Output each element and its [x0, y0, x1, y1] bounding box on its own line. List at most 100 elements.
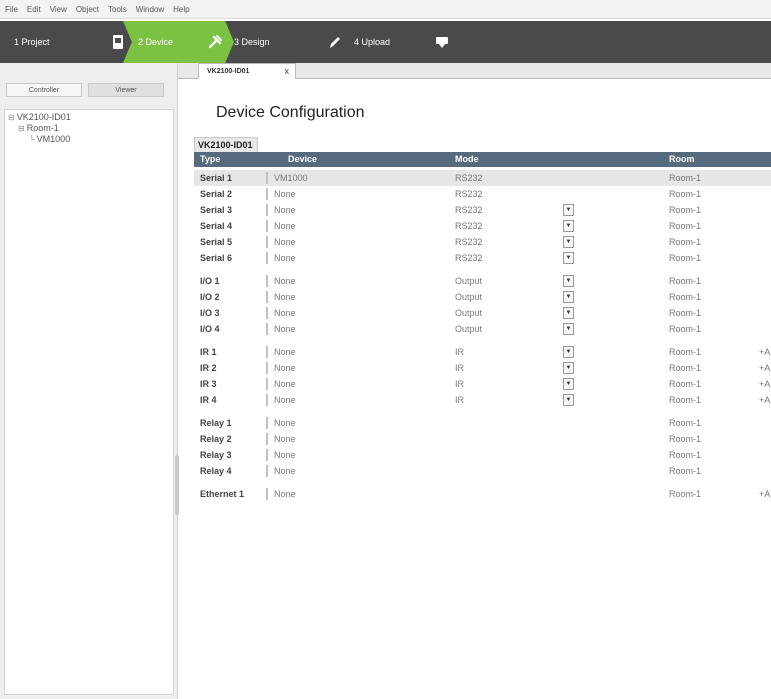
device-cell[interactable]: None [266, 488, 296, 500]
device-tab[interactable]: VK2100-ID01 [194, 137, 258, 152]
tree-node-controller[interactable]: ⊟ VK2100-ID01 [8, 112, 71, 122]
mode-dropdown-button[interactable]: ▼ [563, 204, 574, 216]
table-row[interactable]: Serial 4 None RS232 ▼ Room-1 [194, 218, 771, 234]
collapse-icon[interactable]: ⊟ [8, 113, 15, 122]
port-type: IR 1 [200, 347, 217, 357]
table-row[interactable]: Serial 2 None RS232 Room-1 [194, 186, 771, 202]
port-type: IR 2 [200, 363, 217, 373]
mode-cell: Output [455, 324, 483, 334]
device-cell[interactable]: None [266, 204, 296, 216]
table-row[interactable]: Ethernet 1 None Room-1 +A [194, 486, 771, 502]
collapse-icon[interactable]: ⊟ [18, 124, 25, 133]
table-row[interactable]: IR 1 None IR ▼ Room-1 +A [194, 344, 771, 360]
page-title: Device Configuration [216, 104, 365, 121]
close-icon[interactable]: x [285, 66, 290, 76]
device-cell[interactable]: None [266, 417, 296, 429]
port-type: Ethernet 1 [200, 489, 245, 499]
room-cell: Room-1 [669, 489, 702, 499]
add-link[interactable]: +A [759, 486, 770, 502]
table-row[interactable]: I/O 3 None Output ▼ Room-1 [194, 305, 771, 321]
mode-dropdown-button[interactable]: ▼ [563, 346, 574, 358]
device-cell[interactable]: None [266, 275, 296, 287]
port-type: I/O 1 [200, 276, 220, 286]
add-link[interactable]: +A [759, 376, 770, 392]
mode-cell: IR [455, 347, 464, 357]
step-upload[interactable]: 4 Upload [354, 21, 390, 63]
table-row[interactable]: IR 2 None IR ▼ Room-1 +A [194, 360, 771, 376]
mode-dropdown-button[interactable]: ▼ [563, 378, 574, 390]
table-row[interactable]: IR 3 None IR ▼ Room-1 +A [194, 376, 771, 392]
tab-viewer[interactable]: Viewer [88, 83, 164, 97]
menu-edit[interactable]: Edit [27, 5, 41, 14]
step-device[interactable]: 2 Device [138, 21, 173, 63]
menu-view[interactable]: View [50, 5, 67, 14]
device-cell[interactable]: None [266, 220, 296, 232]
device-cell[interactable]: None [266, 378, 296, 390]
table-row[interactable]: Serial 5 None RS232 ▼ Room-1 [194, 234, 771, 250]
room-cell: Room-1 [669, 395, 702, 405]
mode-dropdown-button[interactable]: ▼ [563, 307, 574, 319]
mode-dropdown-button[interactable]: ▼ [563, 275, 574, 287]
device-cell[interactable]: None [266, 291, 296, 303]
mode-cell: RS232 [455, 189, 483, 199]
step-design[interactable]: 3 Design [234, 21, 270, 63]
mode-cell: Output [455, 308, 483, 318]
device-cell[interactable]: None [266, 252, 296, 264]
menu-object[interactable]: Object [76, 5, 99, 14]
device-cell[interactable]: None [266, 433, 296, 445]
device-cell[interactable]: None [266, 323, 296, 335]
table-row[interactable]: Relay 4 None Room-1 [194, 463, 771, 479]
mode-cell: Output [455, 292, 483, 302]
mode-dropdown-button[interactable]: ▼ [563, 252, 574, 264]
mode-dropdown-button[interactable]: ▼ [563, 362, 574, 374]
room-cell: Room-1 [669, 418, 702, 428]
tree-node-room[interactable]: ⊟ Room-1 [18, 123, 59, 133]
add-link[interactable]: +A [759, 392, 770, 408]
table-row[interactable]: I/O 4 None Output ▼ Room-1 [194, 321, 771, 337]
table-row[interactable]: Serial 1 VM1000 RS232 Room-1 [194, 170, 771, 186]
device-tree: ⊟ VK2100-ID01 ⊟ Room-1 └ VM1000 [4, 109, 174, 695]
table-row[interactable]: Relay 3 None Room-1 [194, 447, 771, 463]
room-cell: Room-1 [669, 347, 702, 357]
mode-dropdown-button[interactable]: ▼ [563, 220, 574, 232]
device-cell[interactable]: None [266, 394, 296, 406]
room-cell: Room-1 [669, 363, 702, 373]
device-cell[interactable]: None [266, 362, 296, 374]
port-type: Serial 5 [200, 237, 233, 247]
device-cell[interactable]: None [266, 449, 296, 461]
table-row[interactable]: Relay 1 None Room-1 [194, 415, 771, 431]
menu-window[interactable]: Window [136, 5, 164, 14]
mode-dropdown-button[interactable]: ▼ [563, 394, 574, 406]
table-row[interactable]: IR 4 None IR ▼ Room-1 +A [194, 392, 771, 408]
step-project[interactable]: 1 Project [14, 21, 50, 63]
mode-dropdown-button[interactable]: ▼ [563, 236, 574, 248]
add-link[interactable]: +A [759, 360, 770, 376]
device-cell[interactable]: VM1000 [266, 172, 308, 184]
menu-file[interactable]: File [5, 5, 18, 14]
device-cell[interactable]: None [266, 188, 296, 200]
table-row[interactable]: Relay 2 None Room-1 [194, 431, 771, 447]
document-tab-label: VK2100-ID01 [207, 68, 250, 75]
device-cell[interactable]: None [266, 307, 296, 319]
panel-splitter[interactable] [175, 455, 179, 515]
device-cell[interactable]: None [266, 465, 296, 477]
table-row[interactable]: Serial 3 None RS232 ▼ Room-1 [194, 202, 771, 218]
tab-controller[interactable]: Controller [6, 83, 82, 97]
device-cell[interactable]: None [266, 236, 296, 248]
menu-tools[interactable]: Tools [108, 5, 127, 14]
mode-dropdown-button[interactable]: ▼ [563, 323, 574, 335]
tree-node-device[interactable]: └ VM1000 [29, 134, 70, 144]
step-device-label: 2 Device [138, 37, 174, 47]
add-link[interactable]: +A [759, 344, 770, 360]
table-row[interactable]: Serial 6 None RS232 ▼ Room-1 [194, 250, 771, 266]
table-row[interactable]: I/O 1 None Output ▼ Room-1 [194, 273, 771, 289]
device-cell[interactable]: None [266, 346, 296, 358]
document-tab[interactable]: VK2100-ID01 x [198, 63, 296, 79]
port-type: Relay 1 [200, 418, 232, 428]
port-type: I/O 4 [200, 324, 220, 334]
mode-cell: RS232 [455, 237, 483, 247]
mode-dropdown-button[interactable]: ▼ [563, 291, 574, 303]
menu-help[interactable]: Help [173, 5, 189, 14]
table-row[interactable]: I/O 2 None Output ▼ Room-1 [194, 289, 771, 305]
mode-cell: IR [455, 363, 464, 373]
